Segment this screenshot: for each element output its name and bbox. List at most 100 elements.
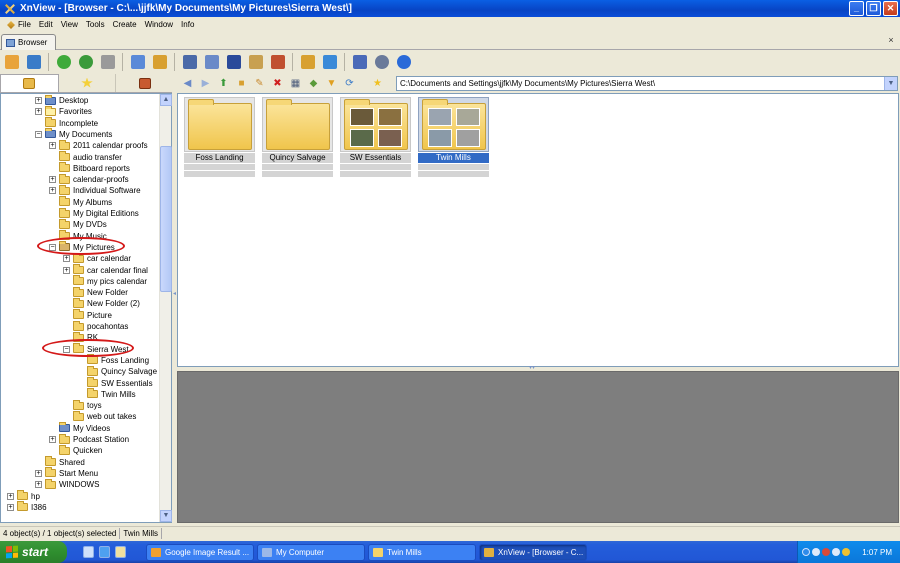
- thumbnail-item[interactable]: Twin Mills: [418, 97, 489, 178]
- filter-icon[interactable]: ▼: [324, 76, 339, 91]
- close-window-button[interactable]: ✕: [883, 1, 898, 16]
- scanner-button[interactable]: [224, 53, 243, 72]
- tab-folders[interactable]: [0, 74, 59, 92]
- webpage-button[interactable]: [298, 53, 317, 72]
- menu-tools[interactable]: Tools: [82, 20, 109, 29]
- folder-tree[interactable]: + Desktop + Favorites Incomplete − My Document…: [0, 93, 172, 523]
- thumbnail-item[interactable]: SW Essentials: [340, 97, 411, 178]
- minimize-button[interactable]: _: [849, 1, 864, 16]
- fullscreen-button[interactable]: [24, 53, 43, 72]
- forward-icon[interactable]: ▶: [198, 76, 213, 91]
- taskbar-button[interactable]: My Computer: [257, 543, 365, 561]
- taskbar-button[interactable]: Google Image Result ...: [146, 543, 254, 561]
- tree-item[interactable]: My DVDs: [49, 218, 107, 230]
- show-hidden-icons-icon[interactable]: [802, 548, 810, 556]
- menu-file[interactable]: File: [4, 20, 35, 29]
- expand-icon[interactable]: +: [49, 436, 56, 443]
- menu-window[interactable]: Window: [141, 20, 177, 29]
- refresh-button[interactable]: [54, 53, 73, 72]
- tab-categories[interactable]: [116, 74, 175, 92]
- favorites-button[interactable]: [128, 53, 147, 72]
- tree-item[interactable]: New Folder (2): [63, 297, 140, 309]
- tree-item[interactable]: audio transfer: [49, 151, 122, 163]
- tree-item[interactable]: + Individual Software: [49, 184, 141, 196]
- tab-browser[interactable]: Browser: [1, 34, 56, 50]
- xnview-app-icon[interactable]: [4, 3, 16, 15]
- slideshow-button[interactable]: [246, 53, 265, 72]
- expand-icon[interactable]: +: [35, 481, 42, 489]
- tree-item[interactable]: Twin Mills: [77, 388, 136, 400]
- tree-item[interactable]: + Start Menu: [35, 467, 98, 479]
- security-icon[interactable]: [822, 548, 830, 556]
- tree-item[interactable]: New Folder: [63, 286, 128, 298]
- expand-icon[interactable]: +: [63, 255, 70, 263]
- chevron-down-icon[interactable]: ▼: [884, 77, 897, 90]
- expand-icon[interactable]: +: [35, 469, 42, 477]
- thumbnail-item[interactable]: Foss Landing: [184, 97, 255, 178]
- tree-item[interactable]: + Favorites: [35, 105, 92, 117]
- tree-item[interactable]: + Desktop: [35, 94, 88, 106]
- tab-favorites[interactable]: [59, 74, 117, 92]
- tree-item[interactable]: +2011 calendar proofs: [49, 139, 148, 151]
- tree-item[interactable]: − My Documents: [35, 128, 112, 140]
- print-button[interactable]: [202, 53, 221, 72]
- collapse-icon[interactable]: −: [35, 130, 42, 138]
- tree-item[interactable]: my pics calendar: [63, 275, 147, 287]
- find-button[interactable]: [180, 53, 199, 72]
- tree-item[interactable]: My Albums: [49, 196, 112, 208]
- menu-info[interactable]: Info: [177, 20, 198, 29]
- internet-explorer-icon[interactable]: [99, 546, 110, 558]
- expand-icon[interactable]: +: [63, 266, 70, 274]
- sort-icon[interactable]: ◆: [306, 76, 321, 91]
- batch-button[interactable]: [150, 53, 169, 72]
- outlook-icon[interactable]: [115, 546, 126, 558]
- delete-icon[interactable]: ✖: [270, 76, 285, 91]
- screen-button[interactable]: [320, 53, 339, 72]
- expand-icon[interactable]: +: [7, 503, 14, 511]
- scroll-thumb[interactable]: [160, 146, 172, 292]
- volume-icon[interactable]: [832, 548, 840, 556]
- tree-item[interactable]: + car calendar final: [63, 264, 148, 276]
- tree-item[interactable]: toys: [63, 399, 102, 411]
- expand-icon[interactable]: +: [49, 176, 56, 184]
- tree-item[interactable]: Shared: [35, 456, 85, 468]
- tree-item[interactable]: + Podcast Station: [49, 433, 129, 445]
- back-icon[interactable]: ◀: [180, 76, 195, 91]
- tools-button[interactable]: [350, 53, 369, 72]
- restore-button[interactable]: ❐: [866, 1, 881, 16]
- tree-item[interactable]: Quicken: [49, 444, 102, 456]
- tree-item[interactable]: Incomplete: [35, 117, 98, 129]
- tree-item[interactable]: pocahontas: [63, 320, 128, 332]
- update-icon[interactable]: [842, 548, 850, 556]
- open-button[interactable]: [2, 53, 21, 72]
- menu-view[interactable]: View: [57, 20, 82, 29]
- tree-item[interactable]: + I386: [7, 501, 47, 513]
- expand-icon[interactable]: +: [35, 108, 42, 116]
- tree-item[interactable]: Bitboard reports: [49, 162, 130, 174]
- network-icon[interactable]: [812, 548, 820, 556]
- taskbar-button[interactable]: Twin Mills: [368, 543, 476, 561]
- acquire-button[interactable]: [98, 53, 117, 72]
- tree-item[interactable]: SW Essentials: [77, 377, 153, 389]
- tree-item[interactable]: + hp: [7, 490, 40, 502]
- scroll-down-arrow[interactable]: ▼: [160, 510, 172, 522]
- tree-item[interactable]: Quincy Salvage: [77, 365, 157, 377]
- expand-icon[interactable]: +: [7, 492, 14, 500]
- settings-button[interactable]: [372, 53, 391, 72]
- path-combobox[interactable]: C:\Documents and Settings\jjfk\My Docume…: [396, 76, 898, 91]
- tree-item[interactable]: Picture: [63, 309, 112, 321]
- expand-icon[interactable]: +: [35, 97, 42, 104]
- expand-icon[interactable]: +: [49, 187, 56, 195]
- up-folder-icon[interactable]: ⬆: [216, 76, 231, 91]
- taskbar-button[interactable]: XnView - [Browser - C...: [479, 543, 587, 561]
- tree-item[interactable]: My Videos: [49, 422, 110, 434]
- thumbnail-item[interactable]: Quincy Salvage: [262, 97, 333, 178]
- tree-item[interactable]: + calendar-proofs: [49, 173, 129, 185]
- tree-item[interactable]: My Digital Editions: [49, 207, 139, 219]
- rename-icon[interactable]: ✎: [252, 76, 267, 91]
- show-desktop-icon[interactable]: [83, 546, 94, 558]
- tree-scrollbar[interactable]: ▲ ▼: [159, 94, 172, 522]
- new-folder-icon[interactable]: ■: [234, 76, 249, 91]
- thumbnail-view[interactable]: Foss Landing Quincy Salvage SW Essentials T…: [177, 93, 899, 367]
- clock[interactable]: 1:07 PM: [862, 548, 892, 557]
